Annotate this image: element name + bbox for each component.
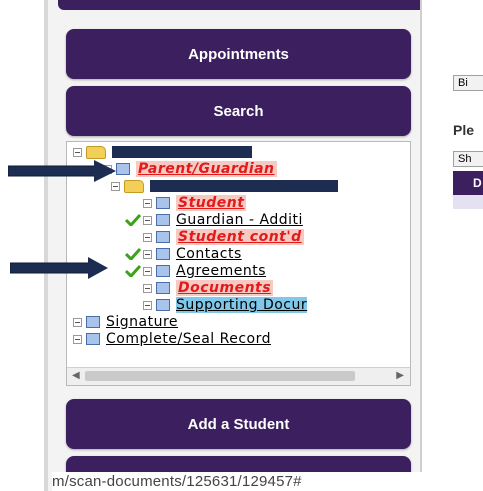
document-icon	[156, 299, 170, 311]
redacted-name	[112, 146, 252, 158]
document-icon	[156, 214, 170, 226]
checkmark-icon	[125, 214, 141, 226]
expander-icon[interactable]	[73, 334, 82, 344]
instruction-text: Ple	[453, 122, 475, 138]
expander-icon[interactable]	[143, 215, 152, 225]
checkmark-icon	[125, 248, 141, 260]
tree-item-agreements[interactable]: Agreements	[125, 263, 266, 279]
main-select[interactable]: Sh	[453, 151, 483, 167]
sidebar-edge	[44, 0, 48, 491]
tree-item-student-contd[interactable]: Student cont'd	[143, 229, 304, 245]
scroll-thumb[interactable]	[85, 371, 355, 381]
document-icon	[156, 248, 170, 260]
document-icon	[156, 197, 170, 209]
tree-root[interactable]	[73, 144, 252, 160]
arrow-icon	[8, 160, 116, 182]
expander-icon[interactable]	[143, 232, 152, 242]
tree-item-label[interactable]: Signature	[106, 314, 178, 330]
expander-icon[interactable]	[73, 317, 82, 327]
folder-icon	[124, 179, 144, 193]
folder-icon	[86, 145, 106, 159]
tree-item-label[interactable]: Student	[176, 195, 247, 211]
expander-icon[interactable]	[143, 266, 152, 276]
checkmark-icon	[125, 265, 141, 277]
main-panel	[422, 0, 483, 491]
tree-subfolder[interactable]	[111, 178, 338, 194]
tree-item-parent-guardian[interactable]: Parent/Guardian	[103, 161, 277, 177]
document-icon	[156, 265, 170, 277]
expander-icon[interactable]	[143, 249, 152, 259]
scroll-left-icon[interactable]: ◀	[72, 370, 80, 381]
main-button[interactable]: Bi	[453, 75, 483, 91]
scroll-right-icon[interactable]: ▶	[396, 370, 404, 381]
table-header-cell: D	[453, 171, 483, 195]
status-url: m/scan-documents/125631/129457#	[52, 472, 483, 491]
horizontal-scrollbar[interactable]: ◀ ▶	[67, 367, 410, 385]
redacted-name	[150, 180, 338, 192]
expander-icon[interactable]	[143, 300, 152, 310]
expander-icon[interactable]	[111, 181, 120, 191]
document-icon	[156, 231, 170, 243]
tree-item-label[interactable]: Student cont'd	[176, 229, 304, 245]
tree-item-student[interactable]: Student	[143, 195, 247, 211]
document-icon	[156, 282, 170, 294]
document-icon	[86, 316, 100, 328]
expander-icon[interactable]	[73, 147, 82, 157]
tree-item-label[interactable]: Supporting Docur	[176, 297, 308, 313]
add-student-button[interactable]: Add a Student	[66, 399, 411, 449]
tree-item-complete-seal-record[interactable]: Complete/Seal Record	[73, 331, 271, 347]
arrow-icon	[10, 257, 108, 279]
tree-item-label[interactable]: Complete/Seal Record	[106, 331, 271, 347]
tree-item-label[interactable]: Contacts	[176, 246, 242, 262]
tree-item-signature[interactable]: Signature	[73, 314, 178, 330]
tree-item-guardian-additional[interactable]: Guardian - Additi	[125, 212, 303, 228]
appointments-button[interactable]: Appointments	[66, 29, 411, 79]
tree-item-label[interactable]: Documents	[176, 280, 274, 296]
expander-icon[interactable]	[143, 198, 152, 208]
tree-item-label[interactable]: Parent/Guardian	[136, 161, 277, 177]
tree-item-contacts[interactable]: Contacts	[125, 246, 242, 262]
document-icon	[116, 163, 130, 175]
tree-item-label[interactable]: Agreements	[176, 263, 266, 279]
search-button[interactable]: Search	[66, 86, 411, 136]
document-icon	[86, 333, 100, 345]
tree-item-supporting-documents[interactable]: Supporting Docur	[143, 297, 308, 313]
tree-item-documents[interactable]: Documents	[143, 280, 274, 296]
table-row	[453, 195, 483, 209]
tree-item-label[interactable]: Guardian - Additi	[176, 212, 303, 228]
expander-icon[interactable]	[143, 283, 152, 293]
